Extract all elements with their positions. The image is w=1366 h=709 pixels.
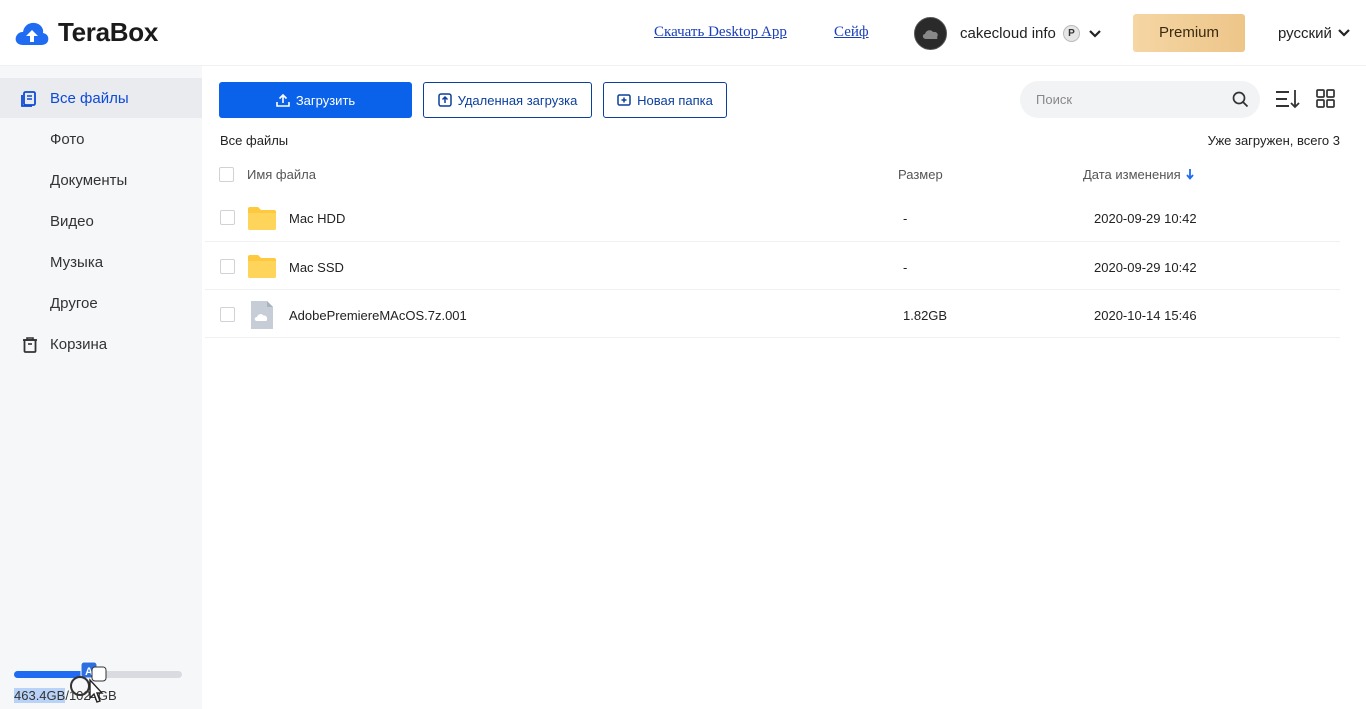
file-size: - <box>903 211 908 226</box>
chevron-down-icon[interactable] <box>1088 27 1102 41</box>
download-desktop-link[interactable]: Скачать Desktop App <box>654 24 787 41</box>
upload-icon <box>276 93 290 107</box>
sidebar-item-label: Видео <box>50 213 94 230</box>
search-box <box>1020 81 1260 118</box>
table-row[interactable]: AdobePremiereMAcOS.7z.001 1.82GB 2020-10… <box>205 290 1340 338</box>
new-folder-icon <box>617 94 631 106</box>
sidebar-item-label: Корзина <box>50 336 108 353</box>
safe-link[interactable]: Сейф <box>834 24 869 41</box>
sidebar-item-all-files[interactable]: Все файлы <box>0 78 202 118</box>
avatar[interactable] <box>914 17 947 50</box>
sidebar-item-documents[interactable]: Документы <box>0 160 202 200</box>
folder-icon <box>248 255 276 278</box>
grid-view-icon[interactable] <box>1316 87 1336 111</box>
row-checkbox[interactable] <box>220 210 235 225</box>
file-date: 2020-09-29 10:42 <box>1094 211 1197 226</box>
files-icon <box>21 91 36 107</box>
sidebar-item-music[interactable]: Музыка <box>0 242 202 282</box>
column-header-size[interactable]: Размер <box>898 167 943 182</box>
column-header-name[interactable]: Имя файла <box>247 167 316 182</box>
sort-desc-arrow-icon[interactable] <box>1185 168 1195 180</box>
select-all-checkbox[interactable] <box>219 167 234 182</box>
file-date: 2020-10-14 15:46 <box>1094 308 1197 323</box>
storage-used: 463.4GB <box>14 688 66 703</box>
archive-file-icon <box>251 301 273 329</box>
file-date: 2020-09-29 10:42 <box>1094 260 1197 275</box>
new-folder-button[interactable]: Новая папка <box>603 82 727 118</box>
file-name[interactable]: Mac SSD <box>289 260 344 275</box>
search-icon[interactable] <box>1232 91 1249 108</box>
premium-status-badge: P <box>1063 25 1080 42</box>
breadcrumb[interactable]: Все файлы <box>220 133 288 148</box>
cloud-logo-icon <box>15 22 49 45</box>
language-selector[interactable]: русский <box>1278 25 1332 42</box>
table-row[interactable]: Mac HDD - 2020-09-29 10:42 <box>205 194 1340 242</box>
cloud-avatar-icon <box>922 29 938 39</box>
file-size: - <box>903 260 908 275</box>
sidebar-item-label: Фото <box>50 131 85 148</box>
chevron-down-icon[interactable] <box>1337 26 1351 40</box>
mouse-cursor-icon <box>70 676 104 703</box>
sort-icon[interactable] <box>1275 87 1301 111</box>
trash-icon <box>23 337 37 353</box>
remote-upload-label: Удаленная загрузка <box>457 92 578 108</box>
folder-icon <box>248 207 276 230</box>
file-name[interactable]: Mac HDD <box>289 211 345 226</box>
row-checkbox[interactable] <box>220 307 235 322</box>
sidebar-item-label: Документы <box>50 172 128 189</box>
sidebar-item-other[interactable]: Другое <box>0 283 202 323</box>
terabox-logo[interactable]: TeraBox <box>14 17 158 48</box>
remote-upload-button[interactable]: Удаленная загрузка <box>423 82 592 118</box>
remote-upload-icon <box>437 93 452 107</box>
sidebar-item-label: Другое <box>50 295 98 312</box>
user-name[interactable]: cakecloud info <box>960 25 1056 42</box>
top-bar: TeraBox Скачать Desktop App Сейф cakeclo… <box>0 0 1366 66</box>
sidebar-item-label: Все файлы <box>50 90 129 107</box>
logo-text: TeraBox <box>58 17 159 47</box>
file-name[interactable]: AdobePremiereMAcOS.7z.001 <box>289 308 467 323</box>
row-checkbox[interactable] <box>220 259 235 274</box>
sidebar-item-trash[interactable]: Корзина <box>0 324 202 364</box>
sidebar-item-label: Музыка <box>50 254 104 271</box>
sidebar: Все файлы Фото Документы Видео Музыка Др… <box>0 66 202 709</box>
search-input[interactable] <box>1036 81 1226 118</box>
table-row[interactable]: Mac SSD - 2020-09-29 10:42 <box>205 242 1340 290</box>
new-folder-label: Новая папка <box>637 92 713 108</box>
upload-label: Загрузить <box>295 92 356 108</box>
file-size: 1.82GB <box>903 308 948 323</box>
sidebar-item-video[interactable]: Видео <box>0 201 202 241</box>
sidebar-item-photo[interactable]: Фото <box>0 119 202 159</box>
column-header-date[interactable]: Дата изменения <box>1083 167 1181 182</box>
upload-button[interactable]: Загрузить <box>219 82 412 118</box>
premium-button[interactable]: Premium <box>1133 14 1245 52</box>
loaded-status: Уже загружен, всего 3 <box>1207 133 1340 148</box>
